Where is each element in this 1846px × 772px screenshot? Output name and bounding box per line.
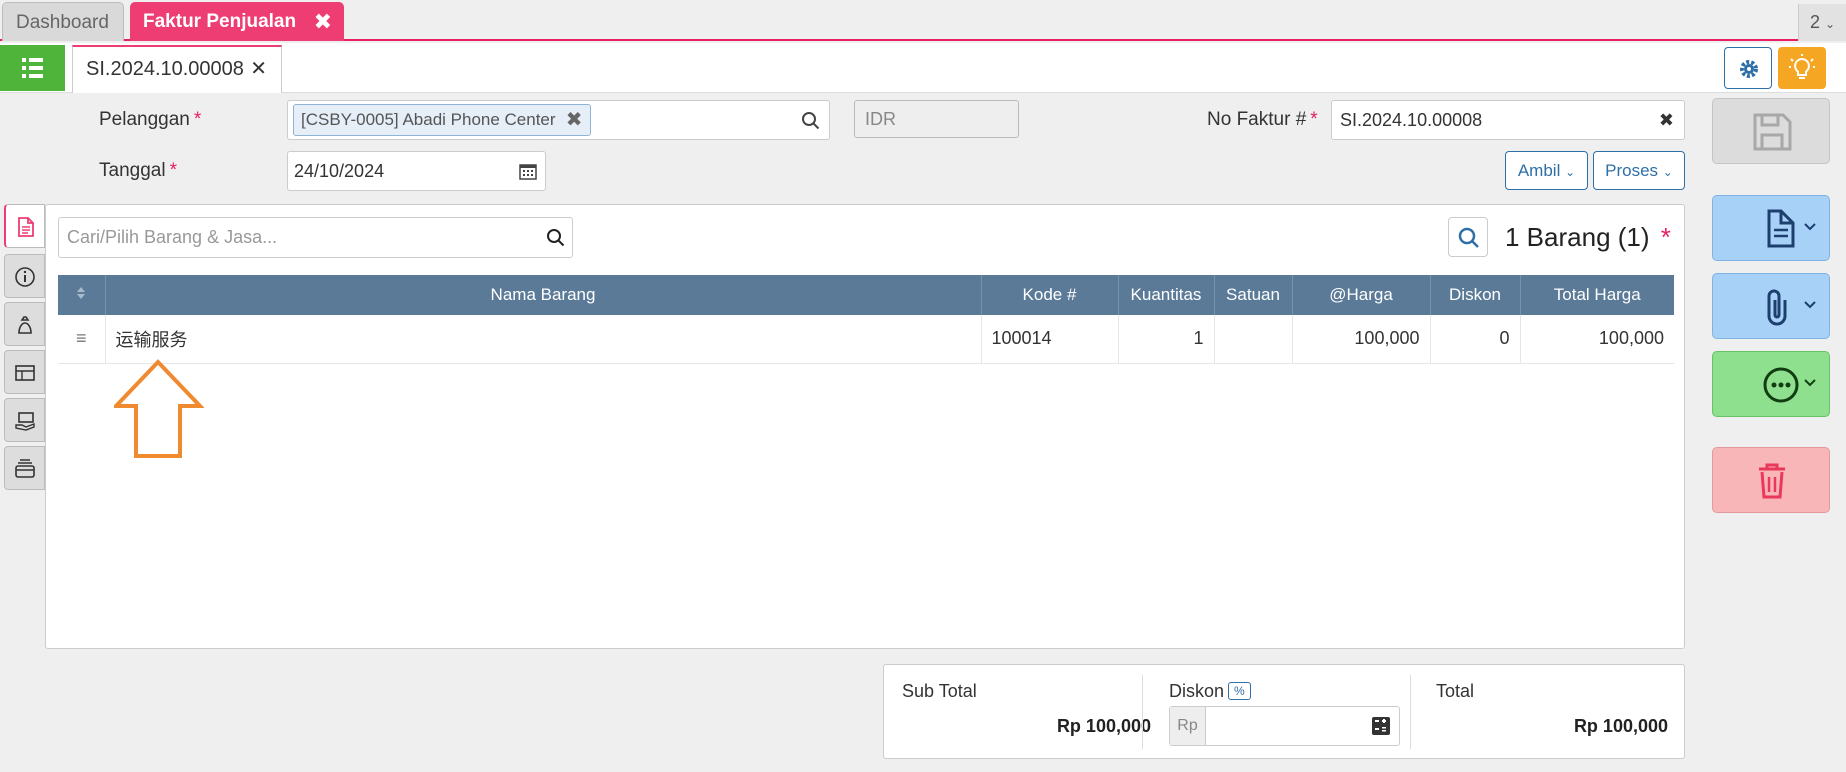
save-icon — [1753, 113, 1792, 151]
search-icon — [1458, 227, 1479, 248]
list-icon — [22, 58, 43, 78]
document-bar: SI.2024.10.00008 ✕ — [0, 43, 1846, 93]
tab-dashboard[interactable]: Dashboard — [2, 2, 124, 41]
document-icon — [1767, 209, 1795, 248]
column-header[interactable]: Kode # — [981, 275, 1119, 315]
column-header[interactable]: Total Harga — [1520, 275, 1674, 315]
total-label: Total — [1436, 681, 1475, 701]
currency-field: IDR — [854, 100, 1019, 138]
close-icon[interactable]: ✖ — [1659, 101, 1674, 139]
close-icon[interactable]: ✕ — [250, 47, 267, 91]
totals-panel: Sub Total Rp 100,000 Diskon% Rp Total Rp… — [883, 664, 1685, 759]
close-icon[interactable]: ✖ — [314, 2, 332, 41]
arrow-up-annotation — [114, 359, 204, 458]
subtotal-value: Rp 100,000 — [1056, 716, 1151, 736]
menu-button[interactable] — [0, 45, 65, 91]
item-name[interactable]: 运输服务 — [105, 315, 982, 364]
ambil-button[interactable]: Ambil ⌄ — [1505, 151, 1588, 190]
sort-icon — [77, 286, 86, 299]
gear-icon — [1740, 60, 1758, 78]
invoice-number-field[interactable]: SI.2024.10.00008 ✖ — [1331, 100, 1685, 140]
chevron-down-icon — [1804, 379, 1816, 387]
items-panel: Cari/Pilih Barang & Jasa... 1 Barang (1)… — [45, 204, 1685, 649]
ledger-icon — [15, 365, 35, 381]
tab-label: Faktur Penjualan — [143, 11, 297, 32]
total-value: Rp 100,000 — [1573, 716, 1668, 736]
item-code: 100014 — [981, 315, 1119, 364]
side-tab-delivery[interactable] — [4, 350, 45, 394]
column-header[interactable]: Diskon — [1430, 275, 1521, 315]
customer-chip: [CSBY-0005] Abadi Phone Center ✖ — [293, 104, 591, 136]
calculator-icon[interactable] — [1371, 716, 1391, 736]
discount-label: Diskon% — [1169, 681, 1251, 702]
side-tab-details[interactable] — [4, 204, 45, 248]
sort-header[interactable] — [58, 275, 106, 315]
search-icon — [547, 229, 565, 247]
more-icon — [1763, 367, 1799, 403]
date-field[interactable]: 24/10/2024 — [287, 151, 546, 191]
tab-document[interactable]: SI.2024.10.00008 ✕ — [72, 45, 282, 93]
divider — [1142, 675, 1143, 749]
discount-input[interactable]: Rp — [1169, 706, 1400, 746]
tab-faktur-penjualan[interactable]: Faktur Penjualan ✖ — [130, 2, 344, 41]
item-unit[interactable] — [1214, 315, 1293, 364]
divider — [1410, 675, 1411, 749]
settings-button[interactable] — [1724, 47, 1772, 89]
calendar-icon[interactable] — [519, 162, 537, 180]
tab-count-dropdown[interactable]: 2 ⌄ — [1798, 4, 1846, 41]
tab-count: 2 — [1809, 12, 1820, 32]
hand-money-icon — [15, 412, 35, 431]
discount-percent-toggle[interactable]: % — [1228, 682, 1251, 700]
print-document-button[interactable] — [1712, 195, 1830, 261]
chevron-down-icon: ⌄ — [1662, 165, 1673, 179]
money-bag-icon — [18, 316, 32, 334]
subtotal-label: Sub Total — [902, 681, 977, 701]
top-tab-bar: Dashboard Faktur Penjualan ✖ 2 ⌄ — [0, 0, 1846, 41]
close-icon[interactable]: ✖ — [566, 105, 583, 135]
drag-handle-icon[interactable]: ≡ — [58, 315, 106, 364]
table-row[interactable]: ≡ 运输服务 100014 1 100,000 0 100,000 — [58, 315, 1674, 364]
currency-prefix: Rp — [1170, 707, 1206, 745]
tips-button[interactable] — [1778, 47, 1826, 89]
search-button[interactable] — [1448, 217, 1488, 257]
date-label: Tanggal * — [99, 160, 177, 181]
item-search-input[interactable]: Cari/Pilih Barang & Jasa... — [58, 217, 573, 258]
side-tab-cards[interactable] — [4, 446, 45, 490]
item-price[interactable]: 100,000 — [1292, 315, 1431, 364]
paperclip-icon — [1767, 289, 1787, 326]
side-tab-money[interactable] — [4, 302, 45, 346]
chevron-down-icon: ⌄ — [1824, 17, 1836, 31]
document-icon — [18, 217, 34, 237]
column-header[interactable]: Kuantitas — [1118, 275, 1215, 315]
proses-button[interactable]: Proses ⌄ — [1593, 151, 1685, 190]
card-stack-icon — [15, 459, 35, 478]
side-tab-payment[interactable] — [4, 398, 45, 442]
side-tab-info[interactable] — [4, 254, 45, 298]
delete-button[interactable] — [1712, 447, 1830, 513]
item-discount[interactable]: 0 — [1430, 315, 1521, 364]
chevron-down-icon: ⌄ — [1565, 165, 1576, 179]
column-header[interactable]: Satuan — [1214, 275, 1293, 315]
chevron-down-icon — [1804, 301, 1816, 309]
column-header[interactable]: @Harga — [1292, 275, 1431, 315]
more-actions-button[interactable] — [1712, 351, 1830, 417]
customer-label: Pelanggan * — [99, 109, 202, 130]
item-count: 1 Barang (1) * — [1505, 222, 1671, 252]
invoice-number-label: No Faktur # * — [1207, 109, 1318, 130]
column-header[interactable]: Nama Barang — [105, 275, 982, 315]
trash-icon — [1759, 463, 1785, 499]
doc-tab-label: SI.2024.10.00008 — [86, 58, 244, 80]
attachment-button[interactable] — [1712, 273, 1830, 339]
chevron-down-icon — [1804, 223, 1816, 231]
item-qty[interactable]: 1 — [1118, 315, 1215, 364]
customer-select[interactable]: [CSBY-0005] Abadi Phone Center ✖ — [287, 100, 830, 140]
search-icon[interactable] — [801, 111, 821, 131]
lightbulb-icon — [1789, 54, 1815, 79]
info-icon — [15, 267, 35, 287]
items-table: Nama Barang Kode # Kuantitas Satuan @Har… — [58, 275, 1674, 364]
item-total: 100,000 — [1520, 315, 1674, 364]
save-button[interactable] — [1712, 98, 1830, 164]
